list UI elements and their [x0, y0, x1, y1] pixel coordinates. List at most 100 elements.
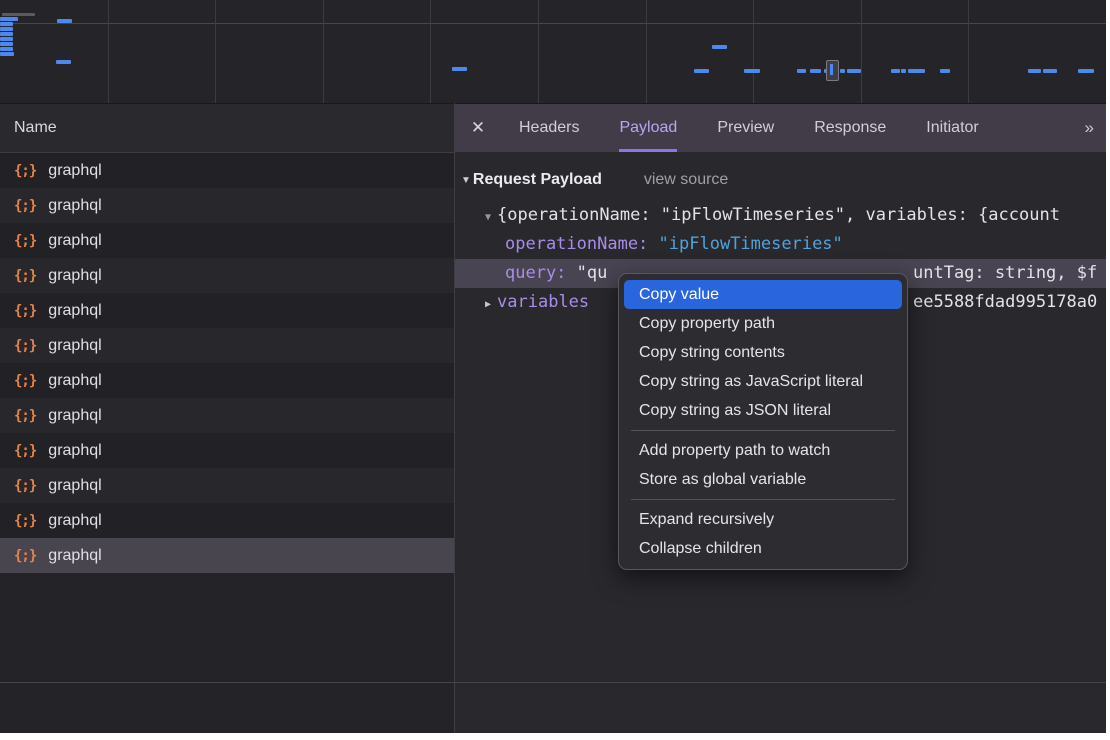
property-key: operationName: — [505, 234, 648, 254]
overview-bar — [0, 17, 18, 21]
overview-bar — [744, 69, 760, 73]
overview-bar — [2, 13, 35, 16]
details-tab[interactable]: Initiator — [926, 104, 978, 152]
json-icon: {;} — [14, 163, 36, 179]
request-name-label: graphql — [48, 302, 101, 320]
context-menu-item[interactable]: Copy string as JavaScript literal — [624, 367, 902, 396]
operation-name-row[interactable]: operationName: "ipFlowTimeseries" — [455, 230, 1106, 259]
payload-root-row[interactable]: ▼{operationName: "ipFlowTimeseries", var… — [455, 201, 1106, 230]
network-request-row[interactable]: {;} graphql — [0, 433, 454, 468]
overview-bar — [1028, 69, 1041, 73]
overview-bar — [694, 69, 709, 73]
json-icon: {;} — [14, 548, 36, 564]
context-menu-item[interactable]: Store as global variable — [624, 465, 902, 494]
request-name-label: graphql — [48, 267, 101, 285]
context-menu-item[interactable]: Copy property path — [624, 309, 902, 338]
json-icon: {;} — [14, 233, 36, 249]
overview-bar — [901, 69, 906, 73]
property-key: query: — [505, 263, 566, 283]
name-column-header[interactable]: Name — [0, 103, 454, 153]
request-name-label: graphql — [48, 442, 101, 460]
json-icon: {;} — [14, 478, 36, 494]
details-tab[interactable]: Headers — [519, 104, 579, 152]
json-icon: {;} — [14, 408, 36, 424]
overview-bar — [940, 69, 950, 73]
network-request-row[interactable]: {;} graphql — [0, 223, 454, 258]
overview-vertical-gridline — [430, 0, 431, 103]
more-tabs-chevron-icon[interactable]: » — [1085, 104, 1092, 152]
overview-bar — [0, 22, 13, 26]
network-request-row[interactable]: {;} graphql — [0, 153, 454, 188]
overview-bar — [0, 37, 13, 41]
view-source-link[interactable]: view source — [644, 171, 728, 189]
request-name-label: graphql — [48, 162, 101, 180]
disclosure-triangle-icon[interactable]: ▶ — [485, 299, 491, 310]
context-menu-item[interactable]: Expand recursively — [624, 505, 902, 534]
network-request-row[interactable]: {;} graphql — [0, 468, 454, 503]
devtools-window: Name {;} graphql {;} graphql {;} graphql… — [0, 0, 1106, 733]
section-title: Request Payload — [473, 171, 602, 189]
property-value-right-fragment: ee5588fdad995178a0 — [913, 288, 1097, 317]
overview-bar — [891, 69, 900, 73]
request-name-label: graphql — [48, 407, 101, 425]
network-request-row[interactable]: {;} graphql — [0, 538, 454, 573]
overview-bar — [0, 52, 14, 56]
context-menu-item[interactable]: Copy string contents — [624, 338, 902, 367]
request-name-label: graphql — [48, 337, 101, 355]
property-value-left-fragment: "qu — [577, 263, 608, 283]
request-name-label: graphql — [48, 197, 101, 215]
details-tab[interactable]: Response — [814, 104, 886, 152]
json-icon: {;} — [14, 338, 36, 354]
overview-bar — [57, 19, 72, 23]
context-menu-item[interactable]: Copy value — [624, 280, 902, 309]
overview-bar — [810, 69, 821, 73]
overview-vertical-gridline — [968, 0, 969, 103]
property-value-right-fragment: untTag: string, $f — [913, 259, 1097, 288]
property-string-value: "ipFlowTimeseries" — [659, 234, 843, 254]
disclosure-triangle-icon[interactable]: ▼ — [485, 212, 491, 223]
context-menu-item[interactable]: Copy string as JSON literal — [624, 396, 902, 425]
network-request-row[interactable]: {;} graphql — [0, 398, 454, 433]
overview-vertical-gridline — [215, 0, 216, 103]
overview-vertical-gridline — [646, 0, 647, 103]
request-name-label: graphql — [48, 372, 101, 390]
disclosure-triangle-icon[interactable]: ▼ — [461, 175, 471, 186]
request-name-label: graphql — [48, 232, 101, 250]
overview-bar — [0, 32, 13, 36]
overview-bar — [0, 27, 13, 31]
overview-vertical-gridline — [538, 0, 539, 103]
context-menu: Copy valueCopy property pathCopy string … — [618, 273, 908, 570]
overview-vertical-gridline — [108, 0, 109, 103]
json-icon: {;} — [14, 373, 36, 389]
context-menu-item[interactable] — [631, 430, 895, 431]
context-menu-item[interactable] — [631, 499, 895, 500]
overview-bar — [0, 42, 13, 46]
overview-bar — [797, 69, 806, 73]
details-tab[interactable]: Payload — [619, 104, 677, 152]
network-request-row[interactable]: {;} graphql — [0, 503, 454, 538]
overview-bar — [712, 45, 727, 49]
network-request-row[interactable]: {;} graphql — [0, 188, 454, 223]
context-menu-item[interactable]: Add property path to watch — [624, 436, 902, 465]
overview-bar — [840, 69, 845, 73]
overview-bar — [908, 69, 925, 73]
overview-vertical-gridline — [861, 0, 862, 103]
property-key: variables — [497, 292, 589, 312]
context-menu-item[interactable]: Collapse children — [624, 534, 902, 563]
json-icon: {;} — [14, 513, 36, 529]
request-payload-header: ▼ Request Payload view source — [461, 165, 1106, 195]
request-name-label: graphql — [48, 512, 101, 530]
details-tabs: Headers Payload Preview Response Initiator — [519, 104, 979, 152]
overview-bar — [1043, 69, 1057, 73]
details-tab-bar: ✕ Headers Payload Preview Response Initiator… — [455, 103, 1106, 152]
network-request-row[interactable]: {;} graphql — [0, 328, 454, 363]
overview-selected-request-marker — [826, 60, 839, 81]
network-request-row[interactable]: {;} graphql — [0, 293, 454, 328]
json-icon: {;} — [14, 268, 36, 284]
summary-bar-divider — [0, 682, 1106, 683]
network-overview[interactable] — [0, 0, 1106, 104]
close-icon[interactable]: ✕ — [455, 104, 501, 152]
network-request-row[interactable]: {;} graphql — [0, 363, 454, 398]
network-request-row[interactable]: {;} graphql — [0, 258, 454, 293]
details-tab[interactable]: Preview — [717, 104, 774, 152]
